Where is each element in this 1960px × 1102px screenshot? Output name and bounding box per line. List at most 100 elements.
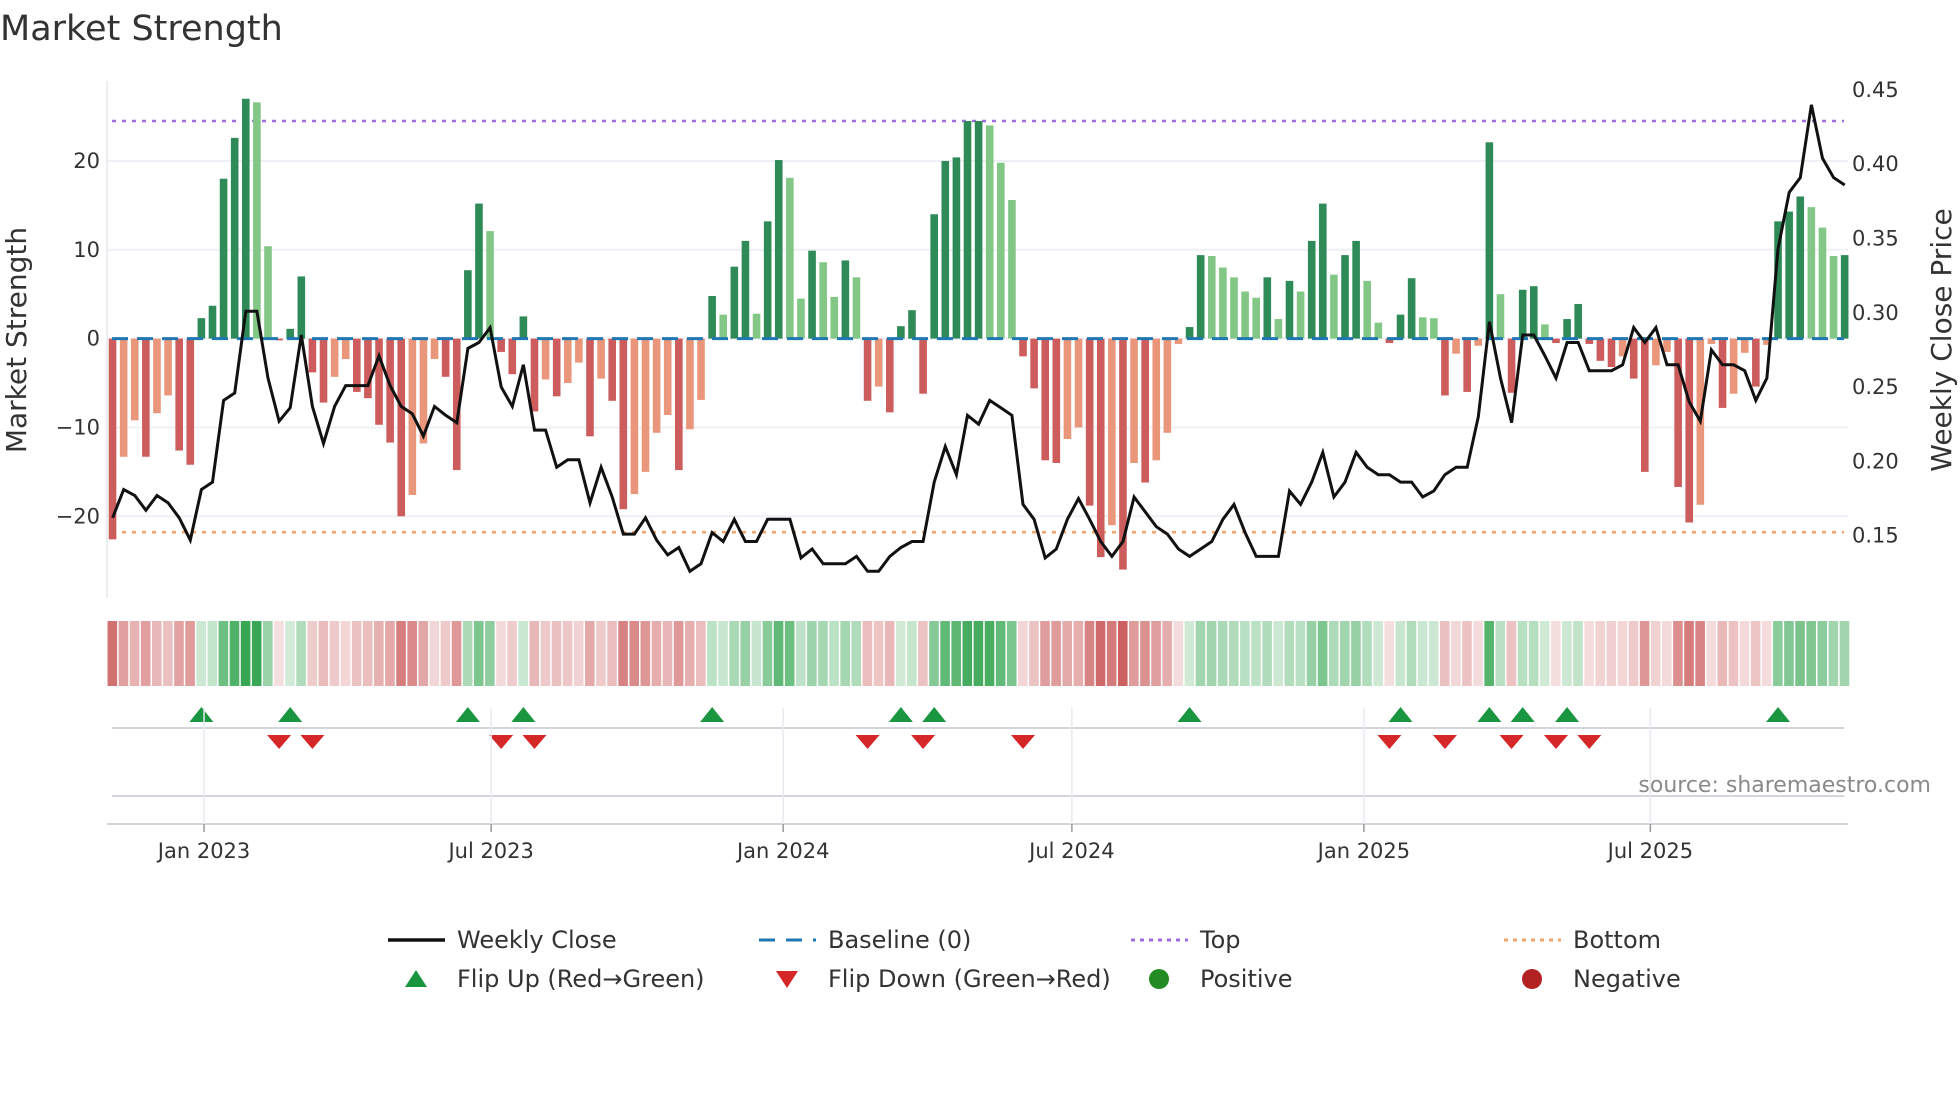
strip-cell-negative: [1550, 621, 1561, 686]
strip-cell-positive: [1828, 621, 1839, 686]
strip-cell-negative: [151, 621, 162, 686]
strip-cell-positive: [729, 621, 739, 686]
bar-positive: [763, 221, 772, 339]
flip-down-marker: [1011, 735, 1036, 749]
x-tick-label: Jan 2023: [156, 839, 251, 863]
strip-cell-negative: [1617, 621, 1628, 686]
strip-cell-positive: [296, 621, 306, 686]
strip-cell-positive: [1417, 621, 1428, 686]
bar-positive: [1407, 278, 1416, 339]
strip-cell-positive: [1195, 621, 1206, 686]
bar-negative: [1718, 338, 1727, 408]
flip-down-marker: [489, 735, 514, 749]
bar-positive: [208, 305, 217, 339]
bar-negative: [1152, 338, 1161, 461]
strip-cell-negative: [1595, 621, 1605, 686]
bar-negative: [1641, 338, 1649, 472]
strip-cell-positive: [1284, 621, 1295, 686]
bar-negative: [586, 338, 594, 437]
bar-positive: [952, 157, 961, 339]
bar-negative: [508, 338, 517, 375]
strip-cell-positive: [1839, 621, 1850, 686]
bar-positive: [230, 137, 239, 339]
flip-up-marker: [278, 707, 303, 722]
flip-down-marker: [522, 735, 547, 749]
strip-cell-positive: [1773, 621, 1783, 686]
strip-cell-negative: [362, 621, 373, 686]
strip-cell-negative: [107, 621, 118, 686]
bar-positive: [1319, 203, 1327, 339]
strip-cell-positive: [1251, 621, 1261, 686]
bar-positive: [774, 160, 783, 339]
strip-cell-positive: [829, 621, 839, 686]
strip-cell-negative: [1439, 621, 1450, 686]
chart-title: Market Strength: [0, 9, 283, 49]
bar-positive: [1230, 277, 1238, 339]
bar-positive: [941, 160, 950, 339]
bar-positive: [786, 177, 794, 339]
bar-negative: [1629, 338, 1638, 379]
strip-cell-positive: [218, 621, 229, 686]
strip-cell-negative: [673, 621, 684, 686]
strip-cell-positive: [1351, 621, 1361, 686]
flip-down-marker: [1377, 735, 1402, 749]
bar-negative: [697, 338, 705, 400]
y-tick-label: 10: [73, 238, 100, 262]
y2-tick-label: 0.45: [1852, 78, 1899, 102]
bar-negative: [1096, 338, 1105, 558]
flip-up-marker: [1177, 707, 1202, 722]
strip-cell-negative: [1040, 621, 1050, 686]
flip-up-marker: [1510, 707, 1535, 722]
strip-cell-negative: [629, 621, 640, 686]
bar-negative: [1452, 338, 1460, 354]
strip-cell-positive: [840, 621, 850, 686]
bar-negative: [1141, 338, 1149, 483]
strip-cell-negative: [1717, 621, 1728, 686]
strip-cell-negative: [662, 621, 673, 686]
flip-up-marker: [511, 707, 536, 722]
strip-cell-positive: [1262, 621, 1272, 686]
bar-negative: [1074, 338, 1083, 428]
strip-cell-positive: [1573, 621, 1583, 686]
bar-positive: [808, 250, 816, 339]
bar-negative: [308, 338, 317, 373]
strip-cell-negative: [918, 621, 928, 686]
bar-negative: [1463, 338, 1471, 392]
strip-cell-positive: [1317, 621, 1328, 686]
strength-heat-strip: [107, 621, 1850, 686]
strip-cell-negative: [862, 621, 873, 686]
strip-cell-negative: [118, 621, 129, 686]
bar-positive: [1430, 318, 1438, 339]
flip-up-marker: [455, 707, 480, 722]
flip-down-marker: [1577, 735, 1602, 749]
strip-cell-negative: [1384, 621, 1395, 686]
bar-positive: [475, 203, 483, 339]
strip-cell-negative: [1506, 621, 1517, 686]
strip-cell-positive: [984, 621, 995, 686]
legend-label: Bottom: [1573, 926, 1661, 954]
bar-negative: [319, 338, 328, 403]
bar-positive: [241, 98, 250, 339]
legend-label: Flip Up (Red→Green): [457, 965, 705, 993]
strip-cell-positive: [1295, 621, 1306, 686]
strip-cell-negative: [140, 621, 151, 686]
bar-negative: [341, 338, 350, 360]
bar-positive: [1563, 319, 1571, 339]
strip-cell-positive: [818, 621, 828, 686]
strip-cell-positive: [1273, 621, 1283, 686]
bar-negative: [1674, 338, 1682, 487]
strip-cell-positive: [929, 621, 939, 686]
strip-cell-negative: [1062, 621, 1073, 686]
bar-negative: [675, 338, 683, 471]
strip-cell-negative: [696, 621, 706, 686]
strip-cell-negative: [1606, 621, 1617, 686]
bar-negative: [1052, 338, 1061, 463]
strip-cell-negative: [1151, 621, 1161, 686]
bar-negative: [530, 338, 539, 412]
strip-cell-positive: [895, 621, 906, 686]
bar-positive: [264, 246, 272, 339]
flip-down-marker: [1432, 735, 1457, 749]
strip-cell-negative: [684, 621, 695, 686]
bar-positive: [486, 231, 494, 339]
x-tick-label: Jul 2024: [1027, 839, 1114, 863]
